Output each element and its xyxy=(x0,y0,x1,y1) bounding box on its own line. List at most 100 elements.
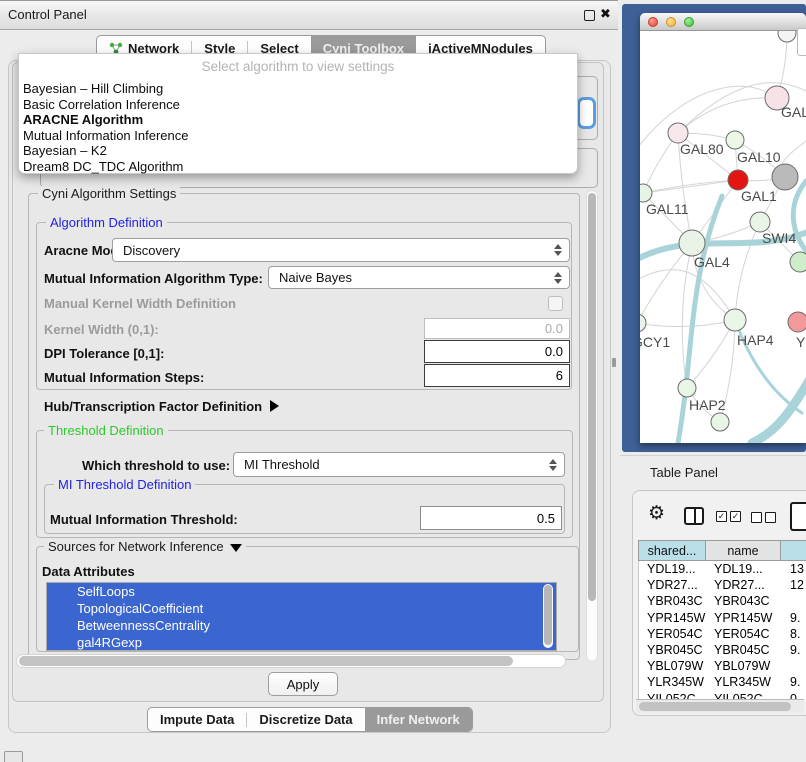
network-node-label: HAP4 xyxy=(737,332,774,348)
mi-type-value: Naive Bayes xyxy=(279,270,352,285)
network-node[interactable] xyxy=(711,413,729,431)
manual-kernel-checkbox[interactable] xyxy=(548,296,563,311)
column-header-name[interactable]: name xyxy=(706,540,781,561)
attribute-list-item[interactable]: TopologicalCoefficient xyxy=(47,600,556,617)
kernel-width-label: Kernel Width (0,1): xyxy=(44,322,159,337)
network-node[interactable] xyxy=(790,252,806,272)
table-row[interactable]: YLR345WYLR345W9. xyxy=(639,674,806,690)
algorithm-option[interactable]: Bayesian – Hill Climbing xyxy=(23,81,573,97)
table-cell: 8. xyxy=(782,626,800,642)
network-node[interactable] xyxy=(778,31,796,42)
network-canvas[interactable]: GALGAL80GAL10GAL1GAL11SWI4GAL4GCY1HAP4YH… xyxy=(640,31,806,443)
settings-horizontal-scrollbar[interactable] xyxy=(16,654,566,668)
column-header-shared[interactable]: shared... xyxy=(638,540,706,561)
threshold-definition-title: Threshold Definition xyxy=(44,423,168,438)
minimize-traffic-light-icon[interactable] xyxy=(666,17,676,27)
table-cell: YPR145W xyxy=(639,610,707,626)
algorithm-option[interactable]: Basic Correlation Inference xyxy=(23,97,573,113)
float-window-icon[interactable] xyxy=(584,10,595,21)
network-edge xyxy=(678,98,777,133)
zoom-traffic-light-icon[interactable] xyxy=(684,17,694,27)
mi-steps-input[interactable] xyxy=(424,364,570,387)
network-node-hap2[interactable] xyxy=(678,379,696,397)
checked-box-icon[interactable]: ✓ xyxy=(730,511,741,522)
network-node-label: GAL4 xyxy=(694,254,730,270)
table-row[interactable]: YBR045CYBR045C9. xyxy=(639,642,806,658)
column-header-clipped[interactable]: A xyxy=(781,540,806,561)
kernel-width-input[interactable] xyxy=(424,318,570,339)
mi-threshold-definition-title: MI Threshold Definition xyxy=(54,477,195,492)
table-header: shared... name A xyxy=(638,540,806,561)
mi-threshold-input[interactable] xyxy=(420,506,562,530)
network-node-label: GAL10 xyxy=(737,149,781,165)
apply-button[interactable]: Apply xyxy=(268,672,338,696)
list-scrollbar[interactable] xyxy=(543,584,553,648)
network-window: GALGAL80GAL10GAL1GAL11SWI4GAL4GCY1HAP4YH… xyxy=(640,13,806,443)
collapse-corner-button[interactable] xyxy=(4,751,23,762)
attribute-list-item[interactable]: SelfLoops xyxy=(47,583,556,600)
dpi-tolerance-label: DPI Tolerance [0,1]: xyxy=(44,346,164,361)
table-row[interactable]: YDR27...YDR27...12 xyxy=(639,577,806,593)
tab-infer-network[interactable]: Infer Network xyxy=(365,708,472,731)
algorithm-option[interactable]: Bayesian – K2 xyxy=(23,143,573,159)
attribute-list-item[interactable]: BetweennessCentrality xyxy=(47,617,556,634)
network-node-gal1[interactable] xyxy=(728,170,748,190)
network-node-gal80[interactable] xyxy=(668,123,688,143)
hub-definition-toggle[interactable]: Hub/Transcription Factor Definition xyxy=(44,399,279,414)
table-cell: YBR043C xyxy=(639,593,707,609)
dpi-tolerance-input[interactable] xyxy=(424,340,570,363)
unchecked-box-icon[interactable] xyxy=(751,512,762,523)
table-row[interactable]: YER054CYER054C8. xyxy=(639,626,806,642)
network-node-label: GAL80 xyxy=(680,141,724,157)
table-horizontal-scrollbar[interactable] xyxy=(636,699,804,713)
table-cell: YER054C xyxy=(707,626,782,642)
network-node-label: HAP2 xyxy=(689,397,726,413)
table-row[interactable]: YBL079WYBL079W xyxy=(639,658,806,674)
mi-type-label: Mutual Information Algorithm Type: xyxy=(44,271,263,286)
table-row[interactable]: YDL19...YDL19...13 xyxy=(639,561,806,577)
mi-threshold-label: Mutual Information Threshold: xyxy=(50,512,238,527)
network-node-y[interactable] xyxy=(788,312,806,332)
tab-impute-data[interactable]: Impute Data xyxy=(148,708,246,731)
table-row[interactable]: YBR043CYBR043C xyxy=(639,593,806,609)
table-body[interactable]: YDL19...YDL19...13YDR27...YDR27...12YBR0… xyxy=(638,561,806,700)
network-node-hap4[interactable] xyxy=(724,309,746,331)
tab-discretize-data[interactable]: Discretize Data xyxy=(247,708,364,731)
network-node-gal10[interactable] xyxy=(726,131,744,149)
close-traffic-light-icon[interactable] xyxy=(648,17,658,27)
network-node-gcy1[interactable] xyxy=(640,314,646,332)
attribute-list-item[interactable]: gal4RGexp xyxy=(47,634,556,651)
network-node-gal4[interactable] xyxy=(679,230,705,256)
expand-arrow-icon xyxy=(270,400,279,412)
algorithm-option[interactable]: Mutual Information Inference xyxy=(23,128,573,144)
table-row[interactable]: YPR145WYPR145W9. xyxy=(639,610,806,626)
aracne-mode-value: Discovery xyxy=(123,243,180,258)
aracne-mode-combo[interactable]: Discovery xyxy=(112,238,570,262)
network-node-swi4[interactable] xyxy=(750,212,770,232)
which-threshold-label: Which threshold to use: xyxy=(82,458,230,473)
cyni-bottom-tabs: Impute Data Discretize Data Infer Networ… xyxy=(147,707,473,732)
checked-box-icon[interactable]: ✓ xyxy=(716,511,727,522)
new-column-icon[interactable] xyxy=(790,502,806,531)
focused-combo-fragment xyxy=(577,97,596,129)
table-cell xyxy=(782,658,790,674)
splitter-handle[interactable] xyxy=(612,358,616,367)
network-node-gal11[interactable] xyxy=(640,184,652,202)
settings-vertical-scrollbar[interactable] xyxy=(586,190,598,662)
split-columns-icon[interactable] xyxy=(684,507,704,525)
sources-toggle[interactable]: Sources for Network Inference xyxy=(44,539,246,554)
table-cell: YER054C xyxy=(639,626,707,642)
unchecked-box-icon[interactable] xyxy=(765,512,776,523)
network-window-titlebar[interactable] xyxy=(640,13,806,31)
algorithm-option[interactable]: Dream8 DC_TDC Algorithm xyxy=(23,159,573,175)
mi-type-combo[interactable]: Naive Bayes xyxy=(268,266,570,289)
which-threshold-combo[interactable]: MI Threshold xyxy=(233,452,565,477)
data-attributes-label: Data Attributes xyxy=(42,564,135,579)
algorithm-option[interactable]: ARACNE Algorithm xyxy=(23,112,573,128)
close-icon[interactable]: ✖ xyxy=(600,6,611,22)
data-attributes-list[interactable]: SelfLoopsTopologicalCoefficientBetweenne… xyxy=(46,582,557,651)
network-node[interactable] xyxy=(772,164,798,190)
gear-icon[interactable]: ⚙ xyxy=(648,504,665,523)
chevron-updown-icon xyxy=(554,244,562,256)
screen: Control Panel ✖ Network Style Select Cyn… xyxy=(0,0,806,762)
